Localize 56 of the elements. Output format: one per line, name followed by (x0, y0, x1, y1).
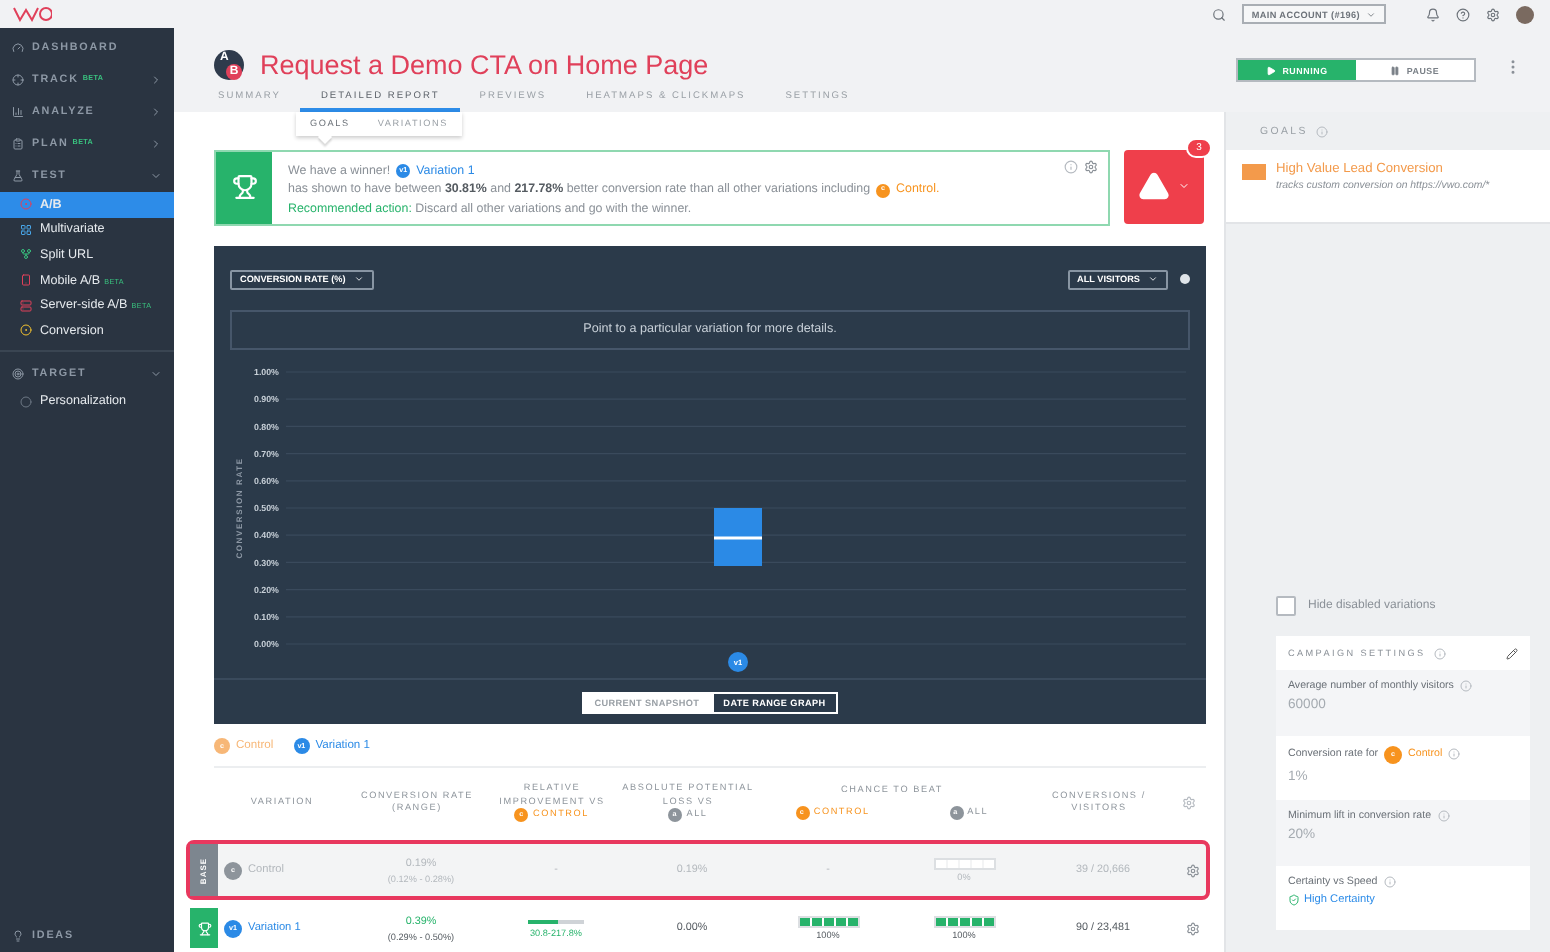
chevron-down-icon (150, 170, 162, 182)
alert-button[interactable] (1124, 149, 1204, 224)
info-icon (1383, 875, 1396, 887)
target-icon (20, 324, 32, 337)
shield-icon (1288, 893, 1300, 905)
smartphone-icon (20, 274, 32, 287)
settings-icon[interactable] (1185, 863, 1199, 878)
caret-icon (1148, 274, 1158, 285)
info-icon (1437, 810, 1450, 822)
chevron-right-icon (150, 138, 162, 150)
chevron-right-icon (150, 106, 162, 118)
grid-icon (20, 223, 32, 236)
flask-icon (12, 170, 24, 182)
clipboard-icon (12, 138, 24, 150)
pause-icon (1390, 65, 1401, 75)
gauge-icon (12, 42, 24, 54)
avatar[interactable] (1516, 5, 1534, 23)
caret-icon (1178, 180, 1190, 193)
campaign-title: Request a Demo CTA on Home Page (260, 50, 709, 80)
improvement-bar (528, 919, 584, 924)
range-box[interactable] (714, 507, 762, 566)
pencil-icon[interactable] (1506, 647, 1518, 659)
chance-meter (935, 859, 993, 868)
target-icon (12, 367, 24, 380)
trophy-icon (231, 174, 257, 201)
chance-meter (935, 917, 993, 926)
play-icon (1266, 65, 1277, 75)
info-icon (1448, 748, 1461, 760)
circle-icon (20, 395, 32, 408)
checkbox[interactable] (1276, 596, 1296, 616)
logo-icon[interactable] (12, 6, 52, 22)
caret-icon (353, 274, 364, 285)
dot-icon[interactable] (1180, 274, 1190, 285)
help-icon[interactable] (1456, 7, 1470, 21)
lightbulb-icon (12, 930, 24, 942)
category-badge (728, 651, 748, 672)
crosshair-icon (12, 74, 24, 86)
server-icon (20, 299, 32, 312)
info-icon (1433, 647, 1446, 659)
settings-icon[interactable] (1486, 7, 1500, 21)
bell-icon[interactable] (1426, 7, 1440, 21)
info-icon (1064, 159, 1078, 174)
search-icon[interactable] (1211, 7, 1226, 21)
caret-icon (1366, 9, 1376, 19)
chart-icon (12, 106, 24, 118)
settings-icon[interactable] (1084, 159, 1098, 174)
chevron-right-icon (150, 74, 162, 86)
warning-icon (1138, 170, 1170, 203)
chevron-down-icon (150, 367, 162, 380)
info-icon (1459, 680, 1472, 692)
info-icon (1315, 125, 1328, 137)
settings-icon[interactable] (1181, 795, 1195, 810)
trophy-icon (197, 921, 211, 936)
fork-icon (20, 248, 32, 261)
settings-icon[interactable] (1185, 921, 1199, 936)
chance-meter (799, 917, 857, 926)
